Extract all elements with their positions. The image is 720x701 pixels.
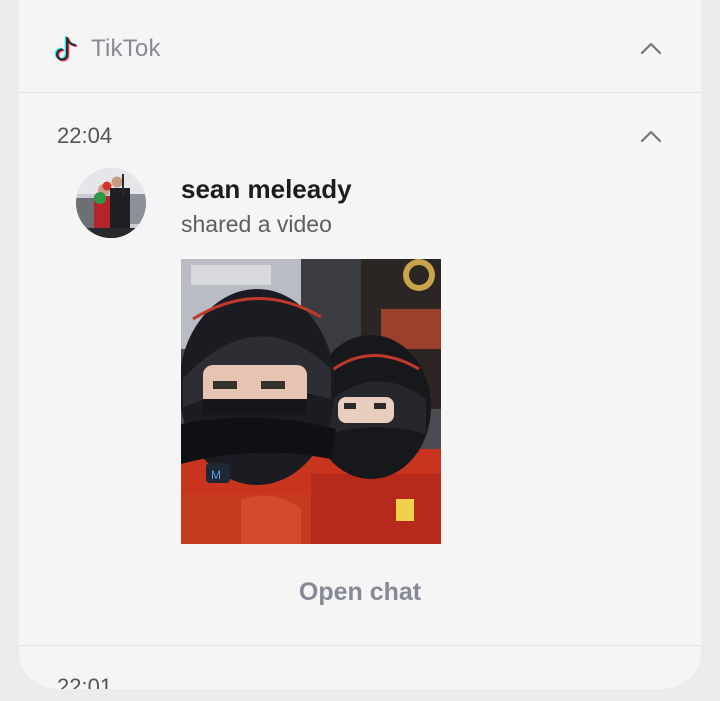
sender-avatar[interactable] (76, 168, 146, 238)
app-name: TikTok (91, 35, 161, 62)
notification-divider (19, 645, 701, 646)
avatar-photo-icon (76, 168, 146, 238)
video-thumbnail[interactable]: M (181, 259, 441, 544)
message-text: shared a video (181, 211, 332, 237)
svg-text:M: M (211, 468, 221, 482)
notification-card: TikTok 22:04 sean meleady shared a video… (19, 0, 701, 689)
video-preview-icon: M (181, 259, 441, 544)
expand-chevron-up-icon[interactable] (639, 128, 663, 144)
app-header[interactable]: TikTok (19, 0, 701, 93)
notification-time: 22:04 (57, 123, 113, 148)
tiktok-logo-icon (54, 36, 78, 62)
open-chat-button[interactable]: Open chat (19, 578, 701, 607)
sender-name: sean meleady (181, 174, 352, 204)
collapse-chevron-up-icon[interactable] (639, 40, 663, 56)
next-notification-time: 22:01 (57, 674, 113, 689)
notification-screen: TikTok 22:04 sean meleady shared a video… (0, 0, 720, 701)
